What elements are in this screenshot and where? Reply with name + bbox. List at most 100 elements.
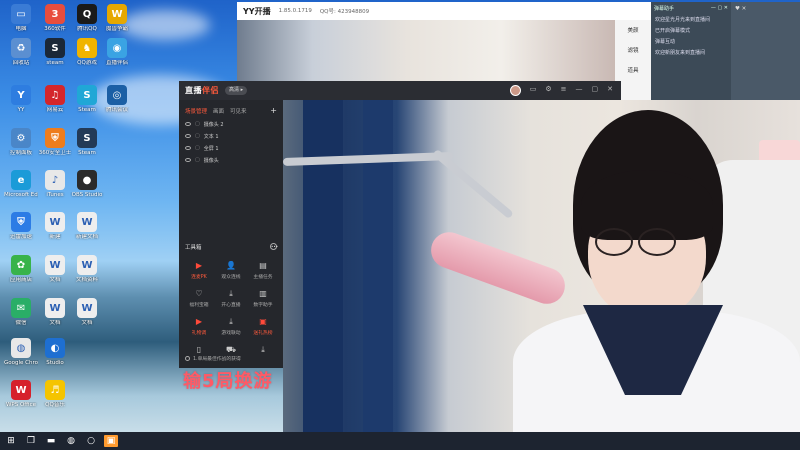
toolbox-item[interactable]: 👤 观众连线 (215, 260, 247, 280)
desktop-icon[interactable]: ✉ 微信 (4, 298, 38, 327)
chat-icon[interactable]: ▭ (530, 85, 537, 96)
desktop-icon[interactable]: ⛨ 360安全卫士 (38, 128, 72, 157)
eye-icon[interactable] (185, 158, 191, 162)
toolbox-item[interactable]: ▶ 连麦PK (183, 260, 215, 280)
task-view-icon[interactable]: ❐ (24, 435, 38, 447)
desktop-icon[interactable]: ♪ iTunes (38, 170, 72, 199)
happy-live-icon: ⤓ (229, 288, 233, 298)
desktop-icon[interactable]: W WPS Office (4, 380, 38, 409)
desktop-icon[interactable]: Q 腾讯QQ (70, 4, 104, 33)
ring-app-icon[interactable]: ○ (84, 435, 98, 447)
desktop-icon[interactable]: ✿ 应用商店 (4, 255, 38, 284)
desktop-icon[interactable]: ♫ 网易云 (38, 85, 72, 114)
gift-box-icon: ♡ (195, 289, 203, 298)
tab-visible[interactable]: 可见来 (230, 107, 247, 115)
file-explorer-icon[interactable]: ▬ (44, 435, 58, 447)
desktop-icon[interactable]: W 魔兽争霸 (100, 4, 134, 33)
desktop-icon[interactable]: ⚙ 控制面板 (4, 128, 38, 157)
desktop-icon[interactable]: 3 360软件 (38, 4, 72, 33)
desktop-icon[interactable]: Y YY (4, 85, 38, 114)
toolbox-item[interactable]: ♡ 福利宝箱 (183, 288, 215, 308)
maximize-icon[interactable]: ▢ (592, 85, 599, 96)
pc-icon: ▭ (11, 4, 31, 24)
desktop-icon-label: QQ游戏 (77, 60, 97, 66)
toolbox-item[interactable]: ⤓ 开心直播 (215, 288, 247, 309)
quality-badge[interactable]: 高清 ▸ (225, 86, 248, 95)
toolbox-item[interactable]: ▥ 数字助手 (247, 288, 279, 308)
desktop-icon[interactable]: W 文档 (38, 255, 72, 284)
desktop-icon[interactable]: S Steam (70, 128, 104, 157)
desktop-icon[interactable]: ⛨ 迅雷加速 (4, 212, 38, 241)
desktop-icon[interactable]: W 新建文档 (70, 212, 104, 241)
desktop-icon[interactable]: W 新建 (38, 212, 72, 241)
eye-icon[interactable] (185, 134, 191, 138)
desktop-icon[interactable]: ♞ QQ游戏 (70, 38, 104, 67)
desktop-icon[interactable]: ● OBS Studio (70, 170, 104, 199)
warcraft-icon: W (107, 4, 127, 24)
scene-item[interactable]: ▢ 文本 1 (179, 130, 283, 142)
desktop-icon[interactable]: W 文档 (38, 298, 72, 327)
scene-item[interactable]: ▢ 摄像头 2 (179, 118, 283, 130)
eye-icon[interactable] (185, 146, 191, 150)
lock-icon[interactable]: ▢ (195, 157, 200, 163)
title-bar-controls: ▭ ⚙ ≡ — ▢ ✕ (509, 85, 613, 96)
desktop-icon-label: Google Chrome (4, 360, 38, 366)
toolbox-item[interactable]: ▶ 礼物调 (183, 316, 215, 336)
desktop-icon-label: Steam (78, 150, 96, 156)
tab-scenes[interactable]: 场景管理 (185, 107, 207, 115)
desktop-icon[interactable]: S Steam (70, 85, 104, 114)
toolbox-item[interactable]: ⤓ 游戏联动 (215, 316, 247, 337)
toolbox-item-label: 送礼热榜 (253, 331, 273, 336)
desktop-icon[interactable]: ◉ 直播伴侣 (100, 38, 134, 67)
window-controls-icon[interactable]: — ▢ ✕ (711, 5, 728, 11)
live-app-taskbar-icon[interactable]: ▣ (104, 435, 118, 447)
desktop-icon-label: 文档 (49, 277, 61, 283)
live-assistant-window[interactable]: 直播伴侣 高清 ▸ ▭ ⚙ ≡ — ▢ ✕ 场景管理 画面 可见来 + ▢ 摄像头… (179, 81, 621, 368)
scene-item[interactable]: ▢ 摄像头 (179, 154, 283, 166)
lock-icon[interactable]: ▢ (195, 133, 200, 139)
toolbox-item-label: 礼物调 (191, 331, 207, 336)
toolbox-item[interactable]: ▤ 主播任务 (247, 260, 279, 280)
desktop-icon[interactable]: W 文档资料 (70, 255, 104, 284)
desktop-icon[interactable]: ◍ Google Chrome (4, 338, 38, 367)
desktop-icon-label: 微信 (15, 320, 27, 326)
desktop-icon[interactable]: ♬ QQ音乐 (38, 380, 72, 409)
more-icon[interactable]: ••• (270, 243, 278, 250)
desktop-icon[interactable]: ♻ 回收站 (4, 38, 38, 67)
chrome-taskbar-icon[interactable]: ◍ (64, 435, 78, 447)
tab-picture[interactable]: 画面 (213, 107, 224, 115)
scene-item[interactable]: ▢ 全屏 1 (179, 142, 283, 154)
eye-icon[interactable] (185, 122, 191, 126)
tencent-meeting-icon: ◎ (107, 85, 127, 105)
desktop-icon-label: Studio (46, 360, 64, 366)
desktop-icon[interactable]: e Microsoft Edge (4, 170, 38, 199)
digital-assistant-icon: ▥ (259, 289, 267, 298)
start-icon[interactable]: ⊞ (4, 435, 18, 447)
toolbox-title: 工具箱 (185, 245, 202, 251)
menu-icon[interactable]: ≡ (561, 85, 567, 96)
notice-bar[interactable]: 1.单局最佳作战的获得 (185, 355, 241, 362)
studio-icon: ◐ (45, 338, 65, 358)
live-title-bar[interactable]: 直播伴侣 高清 ▸ ▭ ⚙ ≡ — ▢ ✕ (179, 81, 621, 100)
gift-rank-icon: ▣ (259, 317, 267, 326)
yy-side-props[interactable]: 道具 (615, 60, 651, 80)
desktop-icon[interactable]: ◐ Studio (38, 338, 72, 367)
desktop-icon[interactable]: W 文档 (70, 298, 104, 327)
lock-icon[interactable]: ▢ (195, 145, 200, 151)
desktop-icon[interactable]: Ssteam (38, 38, 72, 67)
toolbox-item[interactable]: ⤓ (247, 344, 279, 357)
settings-icon[interactable]: ⚙ (545, 85, 551, 96)
scene-label: 摄像头 2 (203, 121, 224, 128)
yy-side-beauty[interactable]: 美颜 (615, 20, 651, 40)
minimize-icon[interactable]: — (576, 85, 583, 96)
add-scene-icon[interactable]: + (270, 106, 277, 115)
close-icon[interactable]: ✕ (607, 85, 613, 96)
lock-icon[interactable]: ▢ (195, 121, 200, 127)
desktop-icon[interactable]: ◎ 腾讯会议 (100, 85, 134, 114)
yy-side-filter[interactable]: 滤镜 (615, 40, 651, 60)
avatar[interactable] (509, 85, 521, 96)
desktop-icon-label: 回收站 (12, 60, 30, 66)
desktop-icon[interactable]: ▭ 电脑 (4, 4, 38, 33)
heart-icon[interactable]: ♥ ✕ (731, 2, 800, 16)
toolbox-item[interactable]: ▣ 送礼热榜 (247, 316, 279, 336)
